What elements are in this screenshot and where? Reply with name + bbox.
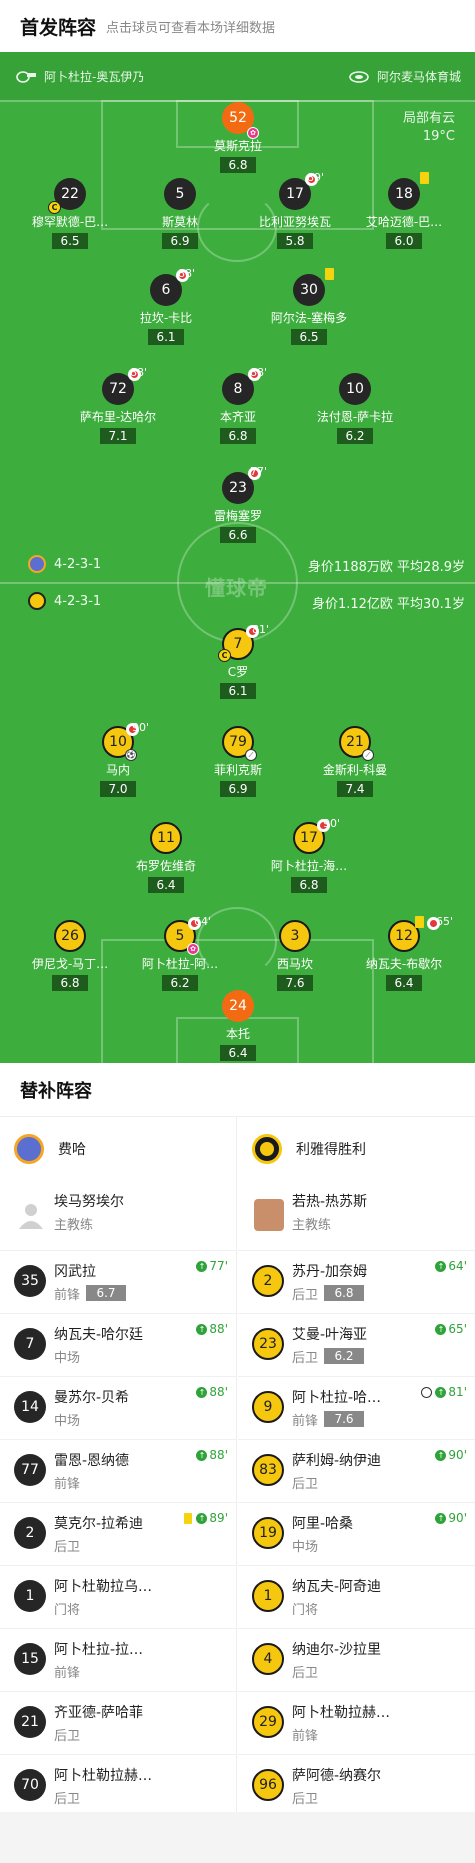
lineup-header: 首发阵容 点击球员可查看本场详细数据 <box>0 0 475 52</box>
away-player[interactable]: 24 本托 6.4 <box>178 990 298 1061</box>
bench-player[interactable]: 83 萨利姆-纳伊迪 后卫 ↑ 90' <box>238 1440 475 1503</box>
bench-player[interactable]: 9 阿卜杜拉-哈… 前锋 7.6 ↑ 81' <box>238 1377 475 1440</box>
away-player[interactable]: 10 90' ⚽ 马内 7.0 <box>58 721 178 797</box>
bench-player[interactable]: 4 纳迪尔-沙拉里 后卫 <box>238 1629 475 1692</box>
bench-player[interactable]: 96 萨阿德-纳赛尔 后卫 <box>238 1755 475 1818</box>
away-player[interactable]: 11 布罗佐维奇 6.4 <box>106 822 226 893</box>
weather-desc: 局部有云 <box>402 111 455 126</box>
assist-icon: ⟋ <box>362 749 374 761</box>
bench-player[interactable]: 1 纳瓦夫-阿奇迪 门将 <box>238 1566 475 1629</box>
bench-player[interactable]: 21 齐亚德-萨哈菲 后卫 <box>0 1692 236 1755</box>
bench-player[interactable]: 19 阿里-哈桑 中场 ↑ 90' <box>238 1503 475 1566</box>
home-formation: 4-2-3-1 <box>54 556 102 572</box>
away-team-logo <box>28 592 46 610</box>
sub-in-icon: ↑ <box>435 1323 447 1335</box>
home-team-name: 阿卜杜拉-奥瓦伊乃 <box>44 70 145 84</box>
bench-player[interactable]: 29 阿卜杜勒拉赫… 前锋 <box>238 1692 475 1755</box>
goal-ball-icon: ⚽ <box>125 749 137 761</box>
page-title: 首发阵容 <box>20 17 97 39</box>
home-team-info: 阿卜杜拉-奥瓦伊乃 <box>16 68 144 85</box>
sub-in-icon: ↑ <box>435 1512 447 1524</box>
goal-ball-icon <box>421 1386 433 1398</box>
away-value: 身价1.12亿欧 平均30.1岁 <box>311 597 465 612</box>
home-player[interactable]: 22 C 穆罕默德-巴… 6.5 <box>10 178 130 249</box>
bench-player[interactable]: 35 冈武拉 前锋 6.7 ↑ 77' <box>0 1251 236 1314</box>
away-player[interactable]: 7 81' C C罗 6.1 <box>178 623 298 699</box>
away-coach[interactable]: 若热-热苏斯 主教练 <box>238 1181 475 1251</box>
captain-icon: C <box>218 649 231 662</box>
weather-info: 局部有云 19°C <box>403 110 455 146</box>
sub-in-icon: ↑ <box>196 1323 208 1335</box>
coach-avatar <box>254 1199 284 1231</box>
page-footer <box>0 1812 475 1863</box>
bench-player[interactable]: 15 阿卜杜拉-拉… 前锋 <box>0 1629 236 1692</box>
bench-player[interactable]: 7 纳瓦夫-哈尔廷 中场 ↑ 88' <box>0 1314 236 1377</box>
coach-avatar-placeholder-icon <box>16 1199 46 1231</box>
yellow-card-icon <box>420 172 429 184</box>
away-player[interactable]: 79 ⟋ 菲利克斯 6.9 <box>178 726 298 797</box>
pitch: 懂球帝 阿卜杜拉-奥瓦伊乃 阿尔麦马体育城 局部有云 19°C 52 ✿ 莫斯克拉… <box>0 52 475 1063</box>
match-info-bar: 阿卜杜拉-奥瓦伊乃 阿尔麦马体育城 <box>0 52 475 100</box>
weather-temp: 19°C <box>422 129 455 144</box>
sub-in-icon: ↑ <box>196 1386 208 1398</box>
assist-icon: ⟋ <box>245 749 257 761</box>
away-player[interactable]: 26 伊尼戈-马丁… 6.8 <box>10 920 130 991</box>
away-formation-bar: 4-2-3-1 身价1.12亿欧 平均30.1岁 <box>0 587 475 615</box>
away-formation: 4-2-3-1 <box>54 593 102 609</box>
home-player[interactable]: 17 89' 比利亚努埃瓦 5.8 <box>235 171 355 249</box>
award-icon: ✿ <box>187 943 199 955</box>
home-coach[interactable]: 埃马努埃尔 主教练 <box>0 1181 236 1251</box>
away-bench: 利雅得胜利 若热-热苏斯 主教练 2 苏丹-加奈姆 后卫 6.8 ↑ 64' 23… <box>238 1117 475 1818</box>
away-player[interactable]: 21 ⟋ 金斯利-科曼 7.4 <box>295 726 415 797</box>
home-player[interactable]: 72 88' 萨布里-达哈尔 7.1 <box>58 366 178 444</box>
sub-in-icon: ↑ <box>435 1386 447 1398</box>
home-player[interactable]: 18 艾哈迈德-巴… 6.0 <box>344 172 464 249</box>
bench-player[interactable]: 2 苏丹-加奈姆 后卫 6.8 ↑ 64' <box>238 1251 475 1314</box>
sub-in-icon: ↑ <box>435 1260 447 1272</box>
away-team-logo <box>252 1134 282 1164</box>
yellow-card-icon <box>184 1512 193 1524</box>
bench-player[interactable]: 70 阿卜杜勒拉赫… 后卫 <box>0 1755 236 1818</box>
yellow-card-icon <box>325 268 334 280</box>
captain-icon: C <box>48 201 61 214</box>
away-player[interactable]: 12 65' 纳瓦夫-布歇尔 6.4 <box>344 915 464 991</box>
venue-name: 阿尔麦马体育城 <box>376 70 461 84</box>
bench-player[interactable]: 77 雷恩-恩纳德 前锋 ↑ 88' <box>0 1440 236 1503</box>
home-player[interactable]: 30 阿尔法-塞梅多 6.5 <box>249 268 369 345</box>
home-bench-team[interactable]: 费哈 <box>0 1117 236 1181</box>
home-formation-bar: 4-2-3-1 身价1188万欧 平均28.9岁 <box>0 550 475 578</box>
venue-info: 阿尔麦马体育城 <box>349 68 461 85</box>
whistle-icon <box>16 70 36 83</box>
sub-in-icon: ↑ <box>435 1449 447 1461</box>
home-value: 身价1188万欧 平均28.9岁 <box>307 560 465 575</box>
home-team-logo <box>28 555 46 573</box>
header-hint: 点击球员可查看本场详细数据 <box>106 21 276 36</box>
stadium-icon <box>349 70 369 83</box>
home-team-logo <box>14 1134 44 1164</box>
home-player[interactable]: 23 77' 雷梅塞罗 6.6 <box>178 465 298 543</box>
away-player[interactable]: 17 90' 阿卜杜拉-海… 6.8 <box>249 817 369 893</box>
home-player[interactable]: 8 88' 本齐亚 6.8 <box>178 366 298 444</box>
home-player[interactable]: 5 斯莫林 6.9 <box>120 178 240 249</box>
bench-player[interactable]: 23 艾曼-叶海亚 后卫 6.2 ↑ 65' <box>238 1314 475 1377</box>
sub-in-icon: ↑ <box>196 1449 208 1461</box>
bench-player[interactable]: 1 阿卜杜勒拉乌… 门将 <box>0 1566 236 1629</box>
away-player[interactable]: 3 西马坎 7.6 <box>235 920 355 991</box>
bench-player[interactable]: 14 曼苏尔-贝希 中场 ↑ 88' <box>0 1377 236 1440</box>
bench-player[interactable]: 2 莫克尔-拉希迪 后卫 ↑ 89' <box>0 1503 236 1566</box>
substitutes-title: 替补阵容 <box>20 1081 92 1102</box>
away-player[interactable]: 5 64' ✿ 阿卜杜拉-阿… 6.2 <box>120 915 240 991</box>
sub-in-icon: ↑ <box>196 1512 208 1524</box>
award-icon: ✿ <box>247 127 259 139</box>
home-bench: 费哈 埃马努埃尔 主教练 35 冈武拉 前锋 6.7 ↑ 77' 7 纳瓦夫-哈尔… <box>0 1117 237 1812</box>
home-player[interactable]: 52 ✿ 莫斯克拉 6.8 <box>178 102 298 173</box>
yellow-card-icon <box>415 916 424 928</box>
sub-in-icon: ↑ <box>196 1260 208 1272</box>
away-bench-team[interactable]: 利雅得胜利 <box>238 1117 475 1181</box>
substitutes-header: 替补阵容 <box>0 1063 475 1117</box>
home-player[interactable]: 6 88' 拉坎-卡比 6.1 <box>106 267 226 345</box>
home-player[interactable]: 10 法付恩-萨卡拉 6.2 <box>295 373 415 444</box>
